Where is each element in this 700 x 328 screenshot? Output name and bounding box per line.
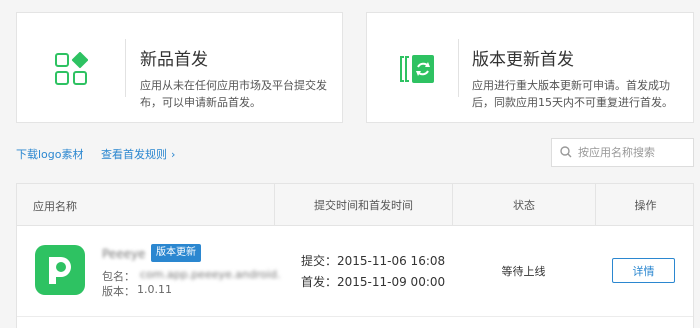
launch-table: 应用名称 提交时间和首发时间 状态 操作 Peeeye 版本更新 包名： com…	[16, 183, 694, 328]
update-launch-card[interactable]: 版本更新首发 应用进行重大版本更新可申请。首发成功后，同款应用15天内不可重复进…	[366, 12, 694, 123]
submit-time: 提交：2015-11-06 16:08	[301, 254, 446, 268]
version-label: 版本：	[102, 285, 135, 298]
new-launch-title: 新品首发	[140, 50, 208, 70]
view-rules-link[interactable]: 查看首发规则 ›	[101, 148, 175, 161]
package-label: 包名：	[102, 270, 135, 283]
new-launch-desc: 应用从未在任何应用市场及平台提交发布，可以申请新品首发。	[140, 79, 327, 109]
row-divider	[17, 316, 693, 317]
app-name: Peeeye	[102, 247, 146, 261]
helper-links: 下载logo素材 查看首发规则 ›	[16, 146, 175, 162]
table-header: 应用名称 提交时间和首发时间 状态 操作	[17, 184, 693, 226]
search-box[interactable]	[551, 138, 694, 167]
app-logo-icon	[35, 245, 85, 295]
header-action: 操作	[595, 184, 695, 226]
header-app-name: 应用名称	[33, 200, 77, 213]
view-rules-label: 查看首发规则	[101, 148, 167, 161]
chevron-right-icon: ›	[171, 148, 176, 161]
update-launch-title: 版本更新首发	[472, 50, 574, 70]
status-text: 等待上线	[501, 265, 546, 278]
package-value: com.app.peeeye.android.	[140, 268, 281, 281]
new-launch-card[interactable]: 新品首发 应用从未在任何应用市场及平台提交发布，可以申请新品首发。	[16, 12, 343, 123]
version-update-icon	[367, 13, 467, 124]
download-logo-link[interactable]: 下载logo素材	[16, 148, 84, 161]
launch-time: 首发：2015-11-09 00:00	[301, 275, 446, 289]
card-divider	[125, 39, 126, 97]
card-divider	[458, 39, 459, 97]
header-status: 状态	[452, 184, 595, 226]
search-input[interactable]	[578, 146, 688, 159]
search-icon	[560, 143, 572, 162]
version-value: 1.0.11	[137, 283, 172, 296]
update-launch-desc: 应用进行重大版本更新可申请。首发成功后，同款应用15天内不可重复进行首发。	[472, 79, 673, 109]
header-time: 提交时间和首发时间	[274, 184, 452, 226]
version-update-badge: 版本更新	[151, 244, 201, 262]
detail-button[interactable]: 详情	[612, 258, 675, 283]
grid-apps-icon	[17, 13, 125, 124]
